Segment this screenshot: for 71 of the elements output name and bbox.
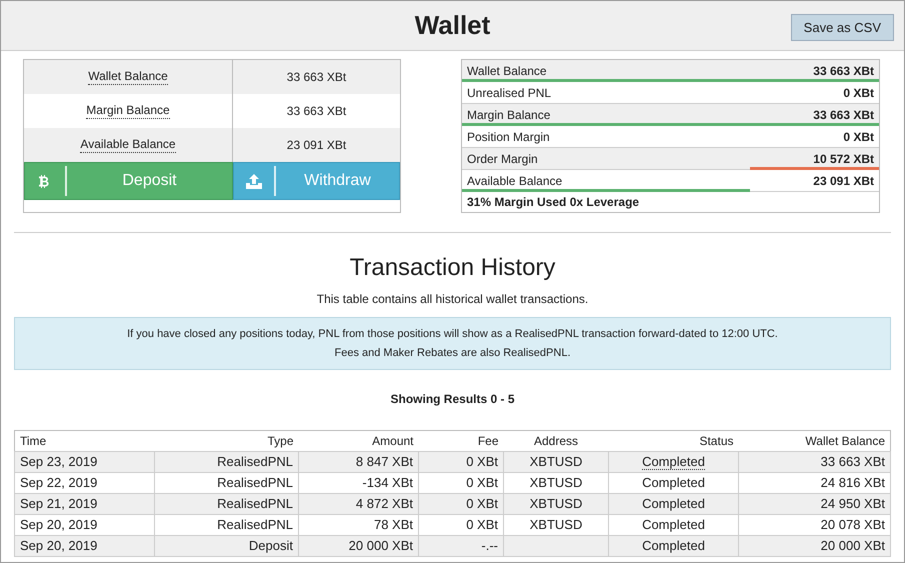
table-cell: XBTUSD xyxy=(530,496,582,512)
table-cell: 20 000 XBt xyxy=(820,538,885,554)
summary-label: Position Margin xyxy=(467,128,550,146)
summary-value: 0 XBt xyxy=(843,84,874,102)
table-cell: Sep 22, 2019 xyxy=(20,475,98,490)
balance-value: 33 663 XBt xyxy=(286,69,346,86)
table-cell: Sep 20, 2019 xyxy=(20,538,98,554)
table-cell: 0 XBt xyxy=(466,454,498,470)
summary-value: 23 091 XBt xyxy=(813,172,874,190)
balance-label: Margin Balance xyxy=(86,103,170,119)
table-cell: RealisedPNL xyxy=(217,475,293,490)
table-cell: Sep 21, 2019 xyxy=(20,496,98,512)
table-cell: -.-- xyxy=(481,538,498,554)
withdraw-button[interactable]: Withdraw xyxy=(233,162,400,200)
notice-text: If you have closed any positions today, PNL from those positions will show as a RealisedPNL transaction forward-dated to 12:00 UTC. xyxy=(127,326,778,342)
table-cell: 0 XBt xyxy=(466,475,498,490)
table-cell: 24 950 XBt xyxy=(820,496,885,512)
table-cell: XBTUSD xyxy=(530,454,582,470)
column-header: Time xyxy=(20,434,46,448)
results-count: Showing Results 0 - 5 xyxy=(390,391,515,408)
balance-value: 23 091 XBt xyxy=(286,137,346,154)
balance-value: 33 663 XBt xyxy=(286,103,346,120)
table-cell: Sep 20, 2019 xyxy=(20,517,98,532)
summary-label: Order Margin xyxy=(467,150,538,168)
bitcoin-icon xyxy=(39,174,51,188)
column-header: Address xyxy=(534,434,578,448)
status-text: Completed xyxy=(642,475,705,490)
table-cell: 33 663 XBt xyxy=(820,454,885,470)
column-header: Type xyxy=(267,434,294,448)
table-cell: RealisedPNL xyxy=(217,454,293,470)
summary-value: 33 663 XBt xyxy=(813,106,874,124)
table-cell: 24 816 XBt xyxy=(820,475,885,490)
summary-label: Wallet Balance xyxy=(467,62,547,80)
deposit-button[interactable]: Deposit xyxy=(24,162,233,200)
page-title: Wallet xyxy=(414,9,490,42)
table-cell: 4 872 XBt xyxy=(356,496,413,512)
table-cell: 20 000 XBt xyxy=(348,538,413,554)
status-text: Completed xyxy=(642,454,705,470)
summary-label: Margin Balance xyxy=(467,106,550,124)
summary-value: 10 572 XBt xyxy=(813,150,874,168)
table-cell: XBTUSD xyxy=(530,517,582,532)
table-cell: Sep 23, 2019 xyxy=(20,454,98,470)
section-title: Transaction History xyxy=(350,253,556,283)
save-csv-button[interactable]: Save as CSV xyxy=(790,14,894,41)
table-cell: 0 XBt xyxy=(466,496,498,512)
column-header: Status xyxy=(699,434,734,448)
balance-label: Available Balance xyxy=(80,137,176,153)
table-cell: 8 847 XBt xyxy=(356,454,413,470)
table-cell: 78 XBt xyxy=(374,517,413,532)
table-cell: XBTUSD xyxy=(530,475,582,490)
status-text: Completed xyxy=(642,496,705,512)
table-cell: 0 XBt xyxy=(466,517,498,532)
table-cell: -134 XBt xyxy=(362,475,413,490)
column-header: Wallet Balance xyxy=(805,434,885,448)
column-header: Fee xyxy=(478,434,498,448)
margin-summary: 31% Margin Used 0x Leverage xyxy=(467,194,640,211)
summary-value: 0 XBt xyxy=(843,128,874,146)
notice-text: Fees and Maker Rebates are also RealisedPNL. xyxy=(334,346,570,360)
summary-label: Unrealised PNL xyxy=(467,84,552,102)
section-subtitle: This table contains all historical wallet transactions. xyxy=(316,291,588,308)
table-cell: Deposit xyxy=(248,538,293,554)
table-cell: RealisedPNL xyxy=(217,517,293,532)
table-cell: 20 078 XBt xyxy=(820,517,885,532)
status-text: Completed xyxy=(642,538,705,554)
summary-label: Available Balance xyxy=(467,172,562,190)
status-text: Completed xyxy=(642,517,705,532)
column-header: Amount xyxy=(372,434,414,448)
upload-icon xyxy=(246,174,262,188)
summary-value: 33 663 XBt xyxy=(813,62,874,80)
balance-label: Wallet Balance xyxy=(88,69,168,85)
table-cell: RealisedPNL xyxy=(217,496,293,512)
